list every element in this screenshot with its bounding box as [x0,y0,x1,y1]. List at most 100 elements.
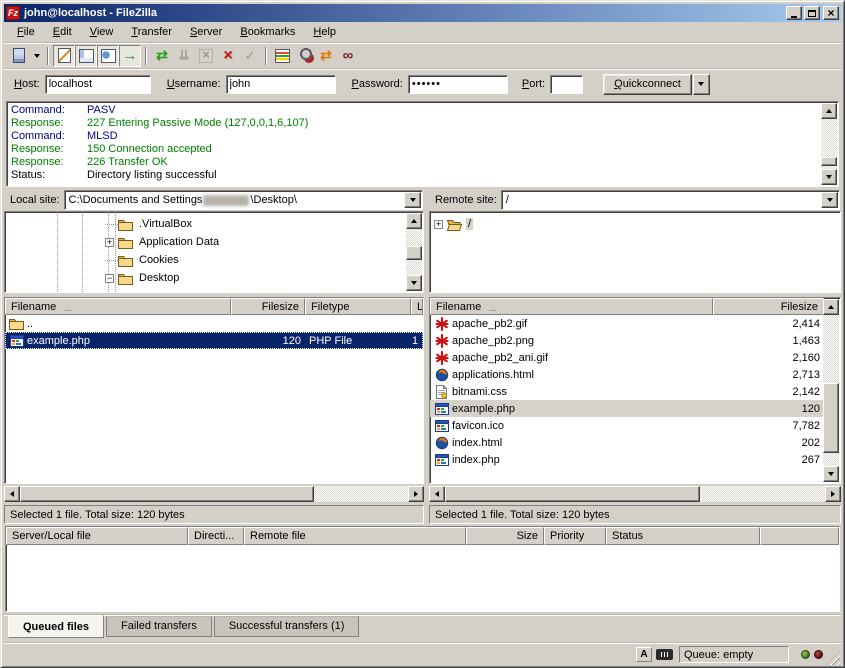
file-row-example-php[interactable]: example.php120 [430,400,824,417]
resize-grip[interactable] [826,651,840,665]
file-row-index-php[interactable]: index.php267 [430,451,824,468]
tab-queued-files[interactable]: Queued files [8,615,104,638]
column-header-remote-file[interactable]: Remote file [244,527,466,545]
refresh-button[interactable] [151,45,173,67]
filesize: 202 [713,434,824,451]
file-row-apache-pb2-png[interactable]: apache_pb2.png1,463 [430,332,824,349]
log-scrollbar[interactable] [821,103,837,185]
site-manager-dropdown-button[interactable] [30,45,43,67]
quickconnect-button[interactable]: Quickconnect [603,74,692,95]
username-input[interactable] [226,75,336,94]
scroll-thumb[interactable] [445,486,700,502]
column-header-filetype[interactable]: Filetype [305,298,411,315]
menu-file[interactable]: File [8,24,44,41]
toggle-local-tree-button[interactable] [75,45,97,67]
column-header-l[interactable]: L [411,298,423,315]
toggle-message-log-button[interactable] [53,45,75,67]
file-row-favicon-ico[interactable]: favicon.ico7,782 [430,417,824,434]
remote-tree-item-root[interactable]: +/ [434,215,824,233]
filter-button[interactable] [271,45,293,67]
disconnect-button[interactable] [217,45,239,67]
column-header-directi[interactable]: Directi... [188,527,244,545]
scroll-down-button[interactable] [821,169,837,185]
scroll-right-button[interactable] [825,486,841,502]
local-site-combobox[interactable]: C:\Documents and Settings\Desktop\ [64,190,423,210]
abort-icon [241,48,259,64]
expand-icon[interactable]: + [105,238,114,247]
column-header-size[interactable]: Size [466,527,544,545]
column-header-blank[interactable] [760,527,839,545]
file-row-bitnami-css[interactable]: bitnami.css2,142 [430,383,824,400]
column-header-server-local-file[interactable]: Server/Local file [6,527,188,545]
menu-server[interactable]: Server [181,24,231,41]
local-tree-item-application-data[interactable]: +Application Data [5,233,407,251]
compare-directories-button[interactable] [293,45,315,67]
remote-list-hscrollbar[interactable] [429,486,841,502]
site-manager-button[interactable] [8,45,30,67]
file-row-apache-pb2-ani-gif[interactable]: apache_pb2_ani.gif2,160 [430,349,824,366]
column-header-filename[interactable]: Filename [5,298,231,315]
quickconnect-dropdown-button[interactable] [693,74,710,95]
scroll-thumb[interactable] [823,383,839,453]
collapse-icon[interactable]: − [105,274,114,283]
remote-site-dropdown-button[interactable] [821,192,838,208]
column-header-filesize[interactable]: Filesize [713,298,824,315]
find-files-button[interactable] [337,45,359,67]
scroll-down-button[interactable] [823,466,839,482]
scroll-up-button[interactable] [821,103,837,119]
file-row-apache-pb2-gif[interactable]: apache_pb2.gif2,414 [430,315,824,332]
scroll-left-button[interactable] [4,486,20,502]
column-header-filename[interactable]: Filename [430,298,713,315]
synchronized-browsing-button[interactable] [315,45,337,67]
cancel-operation-button[interactable] [195,45,217,67]
local-tree-item-desktop[interactable]: −Desktop [5,269,407,287]
file-row-index-html[interactable]: index.html202 [430,434,824,451]
scroll-up-button[interactable] [406,213,422,229]
column-header-status[interactable]: Status [606,527,760,545]
abort-button[interactable] [239,45,261,67]
local-tree-item-virtualbox[interactable]: .VirtualBox [5,215,407,233]
disconnect-icon [219,48,237,64]
filename: apache_pb2.gif [452,318,527,330]
close-button[interactable]: × [823,6,839,20]
scroll-left-button[interactable] [429,486,445,502]
menu-bookmarks[interactable]: Bookmarks [231,24,304,41]
scroll-thumb[interactable] [821,157,837,166]
log-line: Command:PASV [7,104,838,117]
local-list-hscrollbar[interactable] [4,486,424,502]
remote-site-combobox[interactable]: / [501,190,840,210]
menu-edit[interactable]: Edit [44,24,81,41]
expand-icon[interactable]: + [434,220,443,229]
process-queue-button[interactable] [173,45,195,67]
scroll-right-button[interactable] [408,486,424,502]
file-row-applications-html[interactable]: applications.html2,713 [430,366,824,383]
host-input[interactable] [45,75,151,94]
password-input[interactable] [408,75,508,94]
port-label: Port: [522,78,545,90]
file-row-[interactable]: .. [5,315,423,332]
minimize-button[interactable] [786,6,802,20]
scroll-thumb[interactable] [406,246,422,260]
maximize-button[interactable] [804,6,820,20]
filter-icon [273,48,291,64]
remote-list-scrollbar[interactable] [823,299,839,482]
column-header-filesize[interactable]: Filesize [231,298,305,315]
scroll-down-button[interactable] [406,275,422,291]
toggle-queue-button[interactable] [119,45,141,67]
port-input[interactable] [550,75,583,94]
site-manager-icon [10,48,28,64]
tab-failed-transfers[interactable]: Failed transfers [106,616,212,637]
menu-help[interactable]: Help [304,24,345,41]
menu-transfer[interactable]: Transfer [122,24,181,41]
php-icon [434,402,449,416]
local-tree-scrollbar[interactable] [406,213,422,291]
menu-view[interactable]: View [81,24,123,41]
scroll-up-button[interactable] [823,299,839,315]
local-site-dropdown-button[interactable] [404,192,421,208]
column-header-priority[interactable]: Priority [544,527,606,545]
file-row-example-php[interactable]: example.php120PHP File1 [5,332,423,349]
toggle-remote-tree-button[interactable] [97,45,119,67]
scroll-thumb[interactable] [20,486,314,502]
tab-successful-transfers-1[interactable]: Successful transfers (1) [214,616,360,637]
local-tree-item-cookies[interactable]: Cookies [5,251,407,269]
